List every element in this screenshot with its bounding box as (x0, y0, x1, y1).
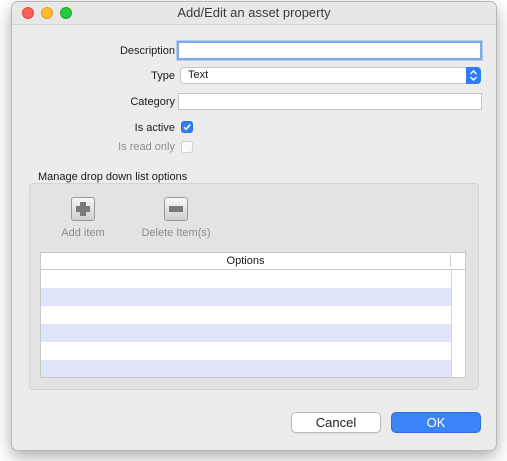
is-read-only-checkbox[interactable] (181, 141, 193, 153)
options-table[interactable]: Options (40, 252, 466, 378)
title-bar[interactable]: Add/Edit an asset property (12, 2, 496, 25)
is-read-only-label: Is read only (118, 141, 175, 153)
table-row[interactable] (41, 360, 451, 377)
table-row[interactable] (41, 342, 451, 360)
type-selected-value: Text (188, 69, 209, 81)
select-arrows-icon[interactable] (466, 67, 481, 84)
cancel-button[interactable]: Cancel (291, 412, 381, 433)
table-row[interactable] (41, 306, 451, 324)
type-label: Type (151, 70, 175, 82)
options-rows (41, 270, 451, 377)
add-item-icon[interactable] (71, 197, 95, 221)
is-active-checkbox[interactable] (181, 121, 193, 133)
delete-items-button[interactable]: Delete Item(s) (134, 227, 218, 239)
table-row[interactable] (41, 324, 451, 342)
is-active-label: Is active (134, 122, 175, 134)
description-label: Description (119, 45, 175, 57)
table-scrollbar-track[interactable] (451, 270, 452, 377)
delete-items-icon[interactable] (164, 197, 188, 221)
category-field[interactable] (178, 93, 482, 110)
table-row[interactable] (41, 288, 451, 306)
window-title: Add/Edit an asset property (177, 5, 331, 20)
checkmark-icon (183, 123, 191, 131)
options-table-header[interactable]: Options (41, 253, 465, 270)
column-divider (450, 255, 451, 267)
options-column-header[interactable]: Options (41, 255, 450, 267)
category-label: Category (130, 96, 175, 108)
dropdown-options-section-title: Manage drop down list options (38, 171, 188, 183)
dialog-window: Add/Edit an asset property Description T… (11, 1, 497, 451)
description-field[interactable] (177, 41, 482, 60)
table-row[interactable] (41, 270, 451, 288)
add-item-button[interactable]: Add item (48, 227, 118, 239)
type-select[interactable]: Text (180, 67, 481, 84)
ok-button[interactable]: OK (391, 412, 481, 433)
